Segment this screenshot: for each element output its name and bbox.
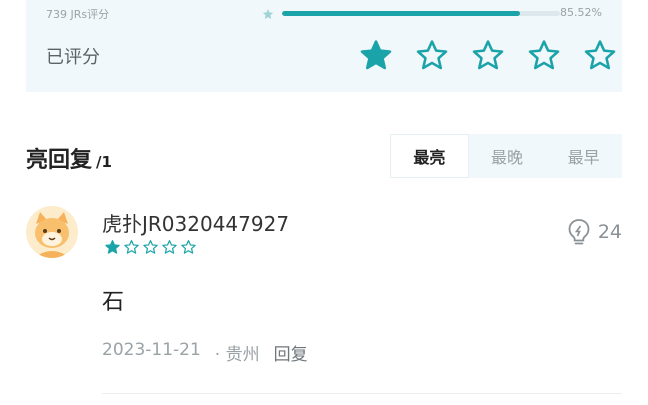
rating-star-icon-2[interactable]	[414, 38, 450, 72]
like-count: 24	[597, 221, 622, 243]
rating-star-icon-5[interactable]	[582, 38, 618, 72]
comments-title: 亮回复	[26, 148, 93, 173]
rating-progress-fill	[282, 11, 520, 16]
reply-button[interactable]: 回复	[274, 340, 308, 365]
username[interactable]: 虎扑JR0320447927	[102, 208, 289, 237]
comments-title-wrap: 亮回复/1	[26, 142, 112, 174]
comment-meta: 2023-11-21 · 贵州 回复	[102, 340, 308, 365]
avatar[interactable]	[26, 206, 78, 258]
rating-distribution-row: 739 JRs评分 85.52%	[46, 6, 602, 24]
comment-item: 虎扑JR0320447927 24 石 2023-11-21 · 贵州 回复	[26, 206, 622, 396]
divider	[102, 393, 622, 394]
lightbulb-icon	[568, 219, 590, 245]
user-star-icon-2	[124, 240, 139, 254]
comment-date: 2023-11-21	[102, 340, 201, 360]
jrs-count: 739 JRs评分	[46, 8, 110, 21]
small-star-icon	[262, 9, 274, 19]
comments-count: /1	[96, 153, 112, 171]
comment-location: · 贵州	[214, 345, 260, 365]
rating-percent: 85.52%	[560, 6, 602, 19]
rated-label: 已评分	[46, 47, 100, 68]
user-star-icon-5	[181, 240, 196, 254]
tab-brightest[interactable]: 最亮	[390, 134, 469, 178]
user-rating-stars[interactable]	[358, 38, 618, 72]
user-rating-display	[104, 239, 197, 255]
rating-star-icon-1[interactable]	[358, 38, 394, 72]
comments-header: 亮回复/1 最亮 最晚 最早	[26, 134, 622, 178]
rating-star-icon-4[interactable]	[526, 38, 562, 72]
cat-avatar-icon	[26, 206, 78, 258]
rating-progress-bar	[282, 11, 560, 16]
user-star-icon-1	[105, 240, 120, 254]
user-star-icon-3	[143, 240, 158, 254]
comment-text: 石	[102, 290, 125, 315]
rating-star-icon-3[interactable]	[470, 38, 506, 72]
tab-latest[interactable]: 最晚	[469, 134, 546, 178]
like-button[interactable]: 24	[566, 218, 622, 246]
user-star-icon-4	[162, 240, 177, 254]
tab-earliest[interactable]: 最早	[545, 134, 622, 178]
rating-summary-card: 739 JRs评分 85.52% 已评分	[26, 0, 622, 92]
sort-tabs: 最亮 最晚 最早	[390, 134, 622, 178]
